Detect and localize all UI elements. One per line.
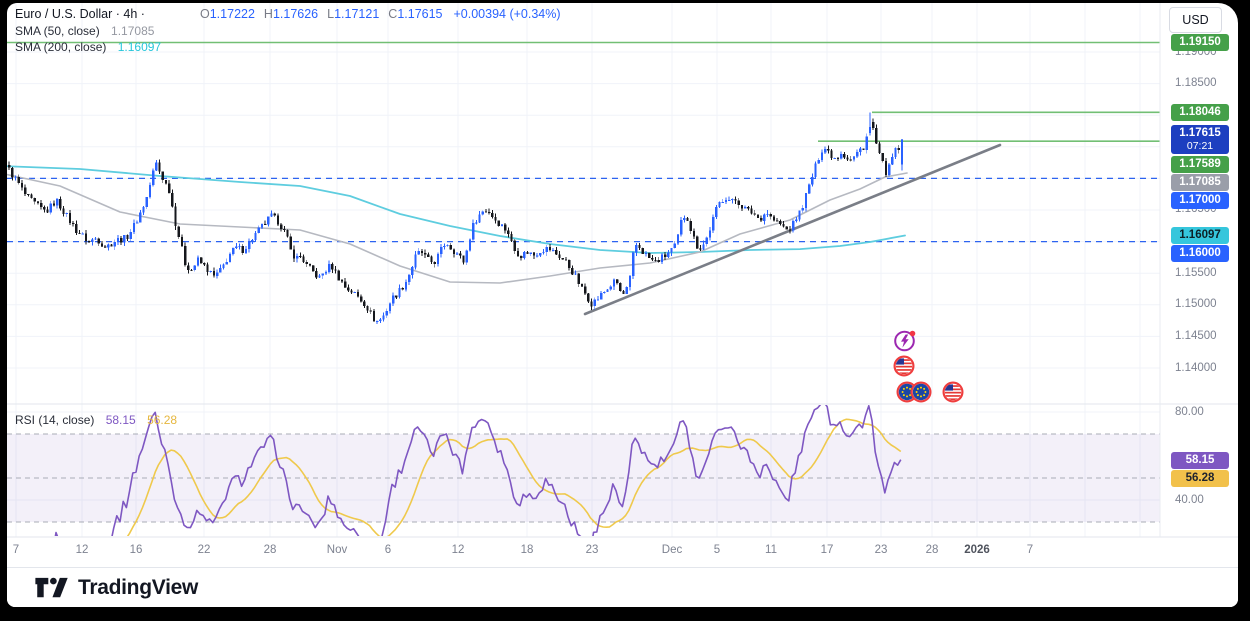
chart-card: Euro / U.S. Dollar · 4h · O1.17222 H1.176… [7,3,1238,607]
time-label-Dec: Dec [662,544,682,556]
time-label-22: 22 [198,544,211,556]
time-label-23: 23 [586,544,599,556]
sma50-label: SMA (50, close) [15,24,100,38]
time-label-18: 18 [521,544,534,556]
time-label-17: 17 [821,544,834,556]
time-label-16: 16 [130,544,143,556]
price-tick-1.15000: 1.15000 [1175,298,1217,310]
rsi-tick-40.00: 40.00 [1175,494,1204,506]
us-flag-icon[interactable] [941,380,965,404]
price-badge-1.17615: 1.1761507:21 [1171,125,1229,154]
price-tick-1.14500: 1.14500 [1175,330,1217,342]
price-chart-canvas[interactable] [7,3,1238,607]
brand-text: TradingView [78,576,198,600]
tradingview-logo[interactable]: TradingView [33,576,198,600]
economic-event-icon[interactable] [893,329,917,353]
time-label-Nov: Nov [327,544,347,556]
sma200-label: SMA (200, close) [15,40,106,54]
tradingview-logo-mark [33,576,71,600]
time-label-28: 28 [926,544,939,556]
time-label-12: 12 [452,544,465,556]
time-label-7: 7 [13,544,19,556]
rsi-ma-value: 56.28 [147,413,177,427]
change-value: +0.00394 (+0.34%) [454,7,561,21]
price-tick-1.14000: 1.14000 [1175,362,1217,374]
time-label-5: 5 [714,544,720,556]
sma200-value: 1.16097 [118,40,161,54]
time-label-7: 7 [1027,544,1033,556]
time-label-6: 6 [385,544,391,556]
currency-toggle-button[interactable]: USD [1169,7,1222,33]
price-badge-1.16000: 1.16000 [1171,245,1229,262]
rsi-tick-80.00: 80.00 [1175,406,1204,418]
rsi-badge-56.28: 56.28 [1171,470,1229,487]
rsi-legend: RSI (14, close) 58.15 56.28 [15,413,177,427]
price-tick-1.15500: 1.15500 [1175,267,1217,279]
ohlc-values: O1.17222 H1.17626 L1.17121 C1.17615 [200,7,452,21]
sma200-legend: SMA (200, close) 1.16097 [15,40,161,54]
time-label-23: 23 [875,544,888,556]
sma50-legend: SMA (50, close) 1.17085 [15,24,154,38]
price-badge-1.17589: 1.17589 [1171,156,1229,173]
us-flag-icon[interactable] [892,354,916,378]
symbol-legend: Euro / U.S. Dollar · 4h · O1.17222 H1.176… [15,7,561,21]
sma50-value: 1.17085 [111,24,154,38]
footer-bar: TradingView [7,567,1238,607]
rsi-label: RSI (14, close) [15,413,94,427]
ohlc-c: C1.17615 [388,7,442,21]
price-badge-1.17085: 1.17085 [1171,174,1229,191]
ohlc-o: O1.17222 [200,7,255,21]
rsi-value: 58.15 [106,413,136,427]
candles-layer [8,112,903,323]
ohlc-h: H1.17626 [264,7,318,21]
time-label-11: 11 [765,544,777,556]
price-badge-1.17000: 1.17000 [1171,192,1229,209]
time-label-12: 12 [76,544,89,556]
bar-countdown: 07:21 [1171,140,1229,154]
eu-flag-icon[interactable] [909,380,933,404]
price-tick-1.18500: 1.18500 [1175,77,1217,89]
time-label-2026: 2026 [964,544,990,556]
time-label-28: 28 [264,544,277,556]
symbol-title: Euro / U.S. Dollar · 4h · [15,7,200,21]
price-badge-1.18046: 1.18046 [1171,104,1229,121]
rsi-badge-58.15: 58.15 [1171,452,1229,469]
price-badge-1.16097: 1.16097 [1171,227,1229,244]
ohlc-l: L1.17121 [327,7,379,21]
price-badge-1.19150: 1.19150 [1171,34,1229,51]
